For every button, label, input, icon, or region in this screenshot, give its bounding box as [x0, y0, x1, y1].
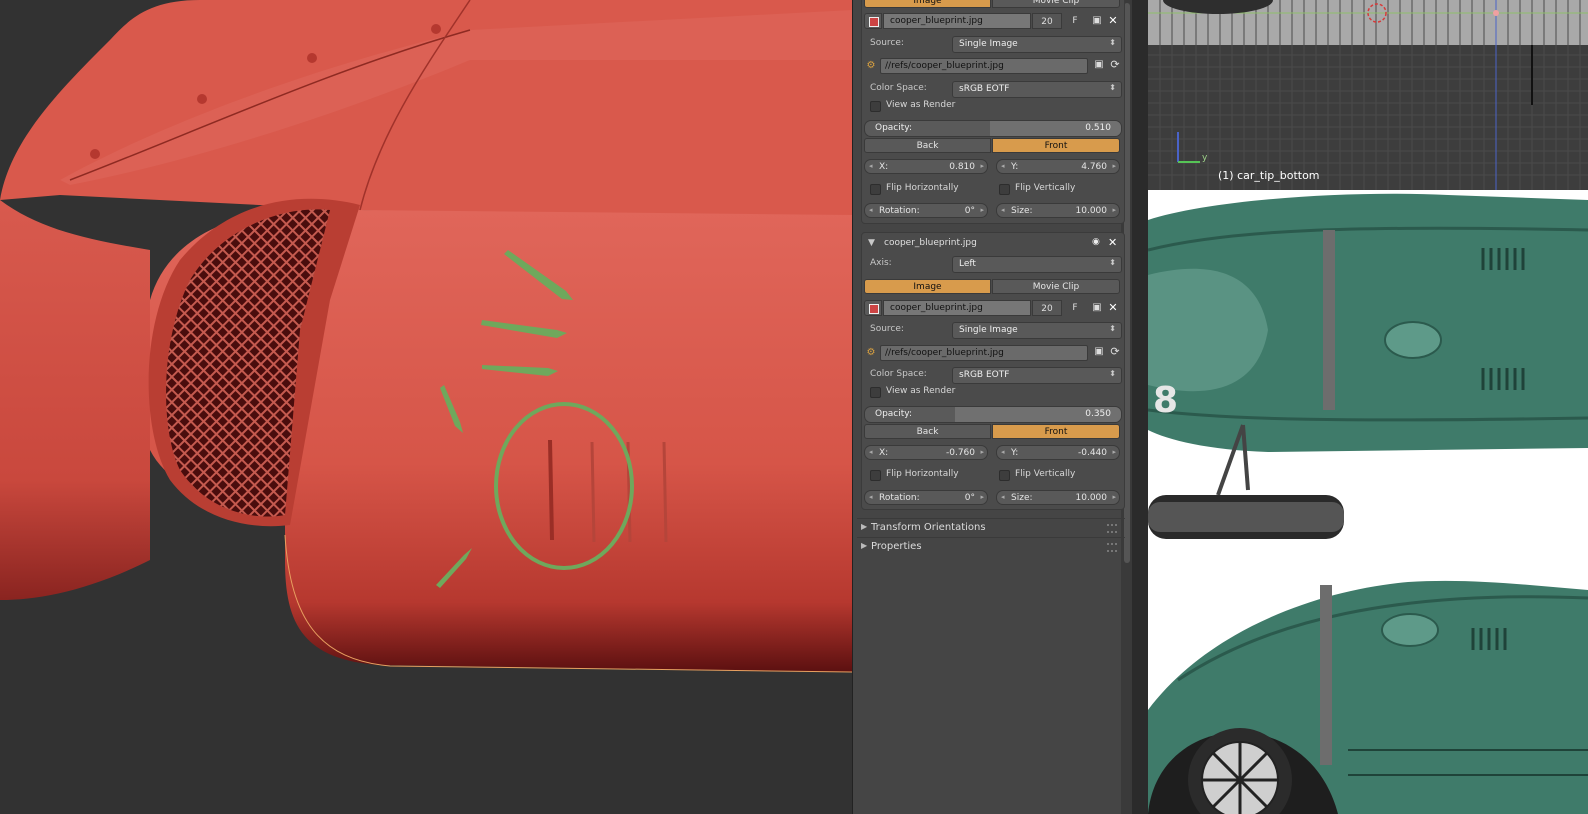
close-icon[interactable]: ✕ — [1108, 236, 1117, 249]
flip-h-label: Flip Horizontally — [886, 183, 959, 193]
back-front-toggle: Back Front — [864, 138, 1120, 153]
view-as-render-checkbox[interactable] — [870, 101, 881, 112]
color-space-select[interactable]: sRGB EOTF ⬍ — [952, 81, 1122, 98]
axis-y-label: y — [1202, 153, 1208, 163]
svg-text:8: 8 — [1153, 380, 1178, 421]
filepath-field[interactable]: ⚙ //refs/cooper_blueprint.jpg ▣ ⟳ — [864, 345, 1122, 361]
image-movie-tabs: Image Movie Clip — [864, 0, 1120, 8]
pack-icon[interactable]: ⚙ — [864, 345, 878, 361]
panel-grip-icon[interactable] — [1107, 543, 1117, 552]
open-file-icon[interactable]: ▣ — [1092, 59, 1106, 70]
area-separator[interactable] — [1132, 0, 1148, 814]
file-path[interactable]: //refs/cooper_blueprint.jpg — [880, 345, 1088, 361]
eye-icon[interactable]: ◉ — [1092, 237, 1100, 247]
axis-label: Axis: — [870, 258, 892, 268]
rotation-field[interactable]: ◂ Rotation: 0° ▸ — [864, 203, 988, 218]
panel-properties[interactable]: ▶ Properties — [857, 537, 1125, 556]
color-space-select[interactable]: sRGB EOTF ⬍ — [952, 367, 1122, 384]
image-movie-tabs: Image Movie Clip — [864, 279, 1120, 294]
tab-image[interactable]: Image — [864, 0, 991, 8]
3d-viewport[interactable] — [0, 0, 852, 814]
reload-icon[interactable]: ⟳ — [1108, 345, 1122, 358]
image-name[interactable]: cooper_blueprint.jpg — [883, 300, 1031, 316]
disclosure-triangle-icon: ▶ — [861, 522, 868, 531]
back-button[interactable]: Back — [864, 138, 991, 153]
image-users-count: 20 — [1032, 13, 1062, 29]
panel-grip-icon[interactable] — [1107, 524, 1117, 533]
open-file-icon[interactable]: ▣ — [1092, 346, 1106, 357]
open-file-icon[interactable]: ▣ — [1090, 14, 1104, 28]
fake-user-toggle[interactable]: F — [1063, 13, 1087, 29]
disclosure-triangle-icon: ▶ — [861, 541, 868, 550]
source-label: Source: — [870, 324, 904, 334]
background-image-box-1: Image Movie Clip cooper_blueprint.jpg 20… — [861, 0, 1125, 224]
axis-select[interactable]: Left ⬍ — [952, 256, 1122, 273]
flip-h-checkbox[interactable] — [870, 184, 881, 195]
pack-icon[interactable]: ⚙ — [864, 58, 878, 74]
source-label: Source: — [870, 38, 904, 48]
view-as-render-label: View as Render — [886, 100, 956, 110]
disclosure-triangle-icon[interactable]: ▼ — [868, 238, 875, 248]
reload-icon[interactable]: ⟳ — [1108, 58, 1122, 71]
background-image-title: cooper_blueprint.jpg — [884, 238, 977, 248]
offset-x-field[interactable]: ◂ X: -0.760 ▸ — [864, 445, 988, 460]
back-front-toggle: Back Front — [864, 424, 1120, 439]
flip-h-checkbox[interactable] — [870, 470, 881, 481]
back-button[interactable]: Back — [864, 424, 991, 439]
opacity-value: 0.510 — [1085, 123, 1111, 133]
tab-image[interactable]: Image — [864, 279, 991, 294]
tab-movie-clip[interactable]: Movie Clip — [992, 0, 1120, 8]
image-datablock-field[interactable]: cooper_blueprint.jpg 20 F ▣ ✕ — [864, 300, 1122, 316]
view-as-render-label: View as Render — [886, 386, 956, 396]
flip-h-label: Flip Horizontally — [886, 469, 959, 479]
properties-n-panel: Image Movie Clip cooper_blueprint.jpg 20… — [852, 0, 1133, 814]
background-image-box-2: ▼ cooper_blueprint.jpg ◉ ✕ Axis: Left ⬍ I… — [861, 232, 1125, 510]
close-icon[interactable]: ✕ — [1106, 301, 1120, 315]
source-select[interactable]: Single Image ⬍ — [952, 36, 1122, 53]
color-space-label: Color Space: — [870, 83, 927, 93]
image-datablock-icon[interactable] — [864, 300, 882, 316]
image-name[interactable]: cooper_blueprint.jpg — [883, 13, 1031, 29]
car-body-render — [0, 0, 852, 673]
size-field[interactable]: ◂ Size: 10.000 ▸ — [996, 490, 1120, 505]
reference-image-viewport[interactable]: 8 — [1148, 190, 1588, 814]
image-users-count: 20 — [1032, 300, 1062, 316]
source-select[interactable]: Single Image ⬍ — [952, 322, 1122, 339]
file-path[interactable]: //refs/cooper_blueprint.jpg — [880, 58, 1088, 74]
flip-v-label: Flip Vertically — [1015, 469, 1076, 479]
panel-transform-orientations[interactable]: ▶ Transform Orientations — [857, 518, 1125, 537]
size-field[interactable]: ◂ Size: 10.000 ▸ — [996, 203, 1120, 218]
blueprint-car-image: 8 — [1148, 190, 1588, 814]
filepath-field[interactable]: ⚙ //refs/cooper_blueprint.jpg ▣ ⟳ — [864, 58, 1122, 74]
color-space-label: Color Space: — [870, 369, 927, 379]
fake-user-toggle[interactable]: F — [1063, 300, 1087, 316]
front-button[interactable]: Front — [992, 138, 1120, 153]
rotation-field[interactable]: ◂ Rotation: 0° ▸ — [864, 490, 988, 505]
image-datablock-icon[interactable] — [864, 13, 882, 29]
front-button[interactable]: Front — [992, 424, 1120, 439]
opacity-slider[interactable]: Opacity: 0.510 — [864, 120, 1122, 137]
top-ortho-viewport[interactable]: y (1) car_tip_bottom — [1148, 0, 1588, 190]
ortho-grid — [1148, 0, 1588, 190]
image-datablock-field[interactable]: cooper_blueprint.jpg 20 F ▣ ✕ — [864, 13, 1122, 29]
view-as-render-checkbox[interactable] — [870, 387, 881, 398]
flip-v-checkbox[interactable] — [999, 184, 1010, 195]
opacity-value: 0.350 — [1085, 409, 1111, 419]
flip-v-checkbox[interactable] — [999, 470, 1010, 481]
offset-y-field[interactable]: ◂ Y: -0.440 ▸ — [996, 445, 1120, 460]
offset-y-field[interactable]: ◂ Y: 4.760 ▸ — [996, 159, 1120, 174]
tab-movie-clip[interactable]: Movie Clip — [992, 279, 1120, 294]
offset-x-field[interactable]: ◂ X: 0.810 ▸ — [864, 159, 988, 174]
flip-v-label: Flip Vertically — [1015, 183, 1076, 193]
open-file-icon[interactable]: ▣ — [1090, 301, 1104, 315]
active-object-label: (1) car_tip_bottom — [1218, 169, 1320, 182]
opacity-slider[interactable]: Opacity: 0.350 — [864, 406, 1122, 423]
close-icon[interactable]: ✕ — [1106, 14, 1120, 28]
